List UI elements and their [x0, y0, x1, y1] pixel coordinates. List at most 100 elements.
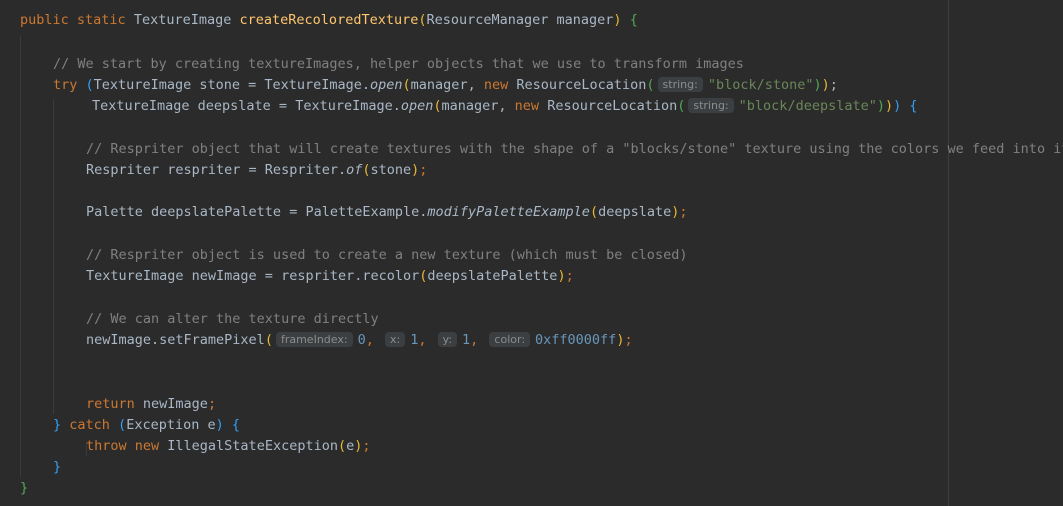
paren: ( [85, 77, 94, 93]
semicolon: ; [679, 204, 688, 220]
brace: { [629, 12, 638, 28]
code-line-6: Respriter respriter = Respriter.of(stone… [86, 160, 427, 181]
declaration: TextureImage stone = TextureImage. [93, 77, 371, 93]
string-literal: "block/stone" [707, 77, 814, 93]
semicolon: ; [362, 438, 371, 454]
arg: deepslate [598, 204, 672, 220]
keyword-static: static [76, 12, 126, 28]
parameter-hint: string: [688, 98, 734, 113]
code-line-10: // We can alter the texture directly [86, 309, 379, 330]
constructor: IllegalStateException [159, 438, 338, 454]
declaration: TextureImage deepslate = TextureImage. [92, 98, 401, 114]
paren: ) [884, 98, 894, 114]
code-editor[interactable]: public static TextureImage createRecolor… [0, 0, 1063, 506]
keyword-public: public [20, 12, 69, 28]
code-line-5: // Respriter object that will create tex… [86, 139, 1063, 160]
comment: // We can alter the texture directly [86, 311, 379, 327]
paren: ) [813, 77, 822, 93]
paren: ) [876, 98, 885, 114]
number-literal: 0 [357, 332, 366, 348]
code-line-15: } [53, 457, 61, 478]
paren: ) [613, 12, 622, 28]
keyword-return: return [86, 396, 135, 412]
paren: ( [337, 438, 347, 454]
code-line-4: TextureImage deepslate = TextureImage.op… [92, 96, 918, 117]
comma: , [470, 332, 487, 348]
brace: } [20, 480, 29, 496]
args: manager, [441, 98, 515, 114]
parameter-hint: frameIndex: [275, 332, 353, 347]
parameter-hint: string: [657, 77, 703, 92]
method-open: open [400, 98, 434, 114]
arg: deepslatePalette [427, 268, 558, 284]
parameter-hint: y: [437, 332, 458, 347]
semicolon: ; [419, 162, 428, 178]
paren: ) [821, 77, 830, 93]
comma: , [418, 332, 435, 348]
parameter-hint: color: [489, 332, 531, 347]
args: manager, [410, 77, 484, 93]
code-line-12: return newImage; [86, 394, 216, 415]
right-margin-guide [948, 0, 949, 506]
declaration: Respriter respriter = Respriter. [86, 162, 347, 178]
paren: ( [646, 77, 655, 93]
return-type: TextureImage [133, 12, 232, 28]
method-open: open [370, 77, 403, 93]
semicolon: ; [207, 396, 217, 412]
paren: ) [215, 417, 224, 433]
catch-param: Exception e [126, 417, 216, 433]
code-line-16: } [20, 478, 28, 499]
number-literal: 0xff0000ff [535, 332, 617, 348]
code-line-2: // We start by creating textureImages, h… [53, 54, 744, 75]
keyword-new: new [483, 77, 509, 93]
paren: ) [893, 98, 902, 114]
return-value: newImage [134, 396, 208, 412]
keyword-try: try [53, 77, 78, 93]
code-line-3: try (TextureImage stone = TextureImage.o… [53, 75, 838, 96]
paren: ( [402, 77, 411, 93]
comment: // Respriter object is used to create a … [86, 247, 688, 263]
method-modify-palette: modifyPaletteExample [427, 204, 590, 220]
param: ResourceManager manager [426, 12, 614, 28]
comment: // We start by creating textureImages, h… [53, 56, 744, 72]
comment: // Respriter object that will create tex… [86, 141, 1063, 157]
semicolon: ; [829, 77, 838, 93]
keyword-new: new [126, 438, 160, 454]
brace: { [223, 417, 240, 433]
code-line-7: Palette deepslatePalette = PaletteExampl… [86, 202, 688, 223]
semicolon: ; [565, 268, 574, 284]
constructor: ResourceLocation [508, 77, 647, 93]
code-line-13: } catch (Exception e) { [53, 415, 240, 436]
indent-guide [20, 36, 21, 477]
indent-guide [53, 99, 54, 414]
brace: { [909, 98, 918, 114]
code-line-9: TextureImage newImage = respriter.recolo… [86, 266, 574, 287]
paren: ( [264, 332, 273, 348]
keyword-new: new [514, 98, 540, 114]
comma: , [365, 332, 382, 348]
paren: ( [362, 162, 371, 178]
constructor: ResourceLocation [539, 98, 678, 114]
keyword-throw: throw [86, 438, 127, 454]
brace: } [53, 417, 62, 433]
code-line-8: // Respriter object is used to create a … [86, 245, 687, 266]
string-literal: "block/deepslate" [738, 98, 877, 114]
paren: ( [589, 204, 599, 220]
arg: stone [370, 162, 412, 178]
declaration: TextureImage newImage = respriter.recolo… [86, 268, 420, 284]
method-call: newImage.setFramePixel [86, 332, 265, 348]
code-line-11: newImage.setFramePixel(frameIndex: 0, x: 1… [86, 330, 633, 351]
keyword-catch: catch [61, 417, 110, 433]
code-line-1: public static TextureImage createRecolor… [20, 10, 638, 31]
number-literal: 1 [462, 332, 471, 348]
paren: ( [433, 98, 442, 114]
method-of: of [346, 162, 363, 178]
paren: ( [677, 98, 686, 114]
brace: } [53, 459, 62, 475]
paren: ) [557, 268, 566, 284]
semicolon: ; [624, 332, 633, 348]
parameter-hint: x: [384, 332, 406, 347]
code-line-14: throw new IllegalStateException(e); [86, 436, 371, 457]
declaration: Palette deepslatePalette = PaletteExampl… [86, 204, 428, 220]
method-name: createRecoloredTexture [239, 12, 419, 28]
